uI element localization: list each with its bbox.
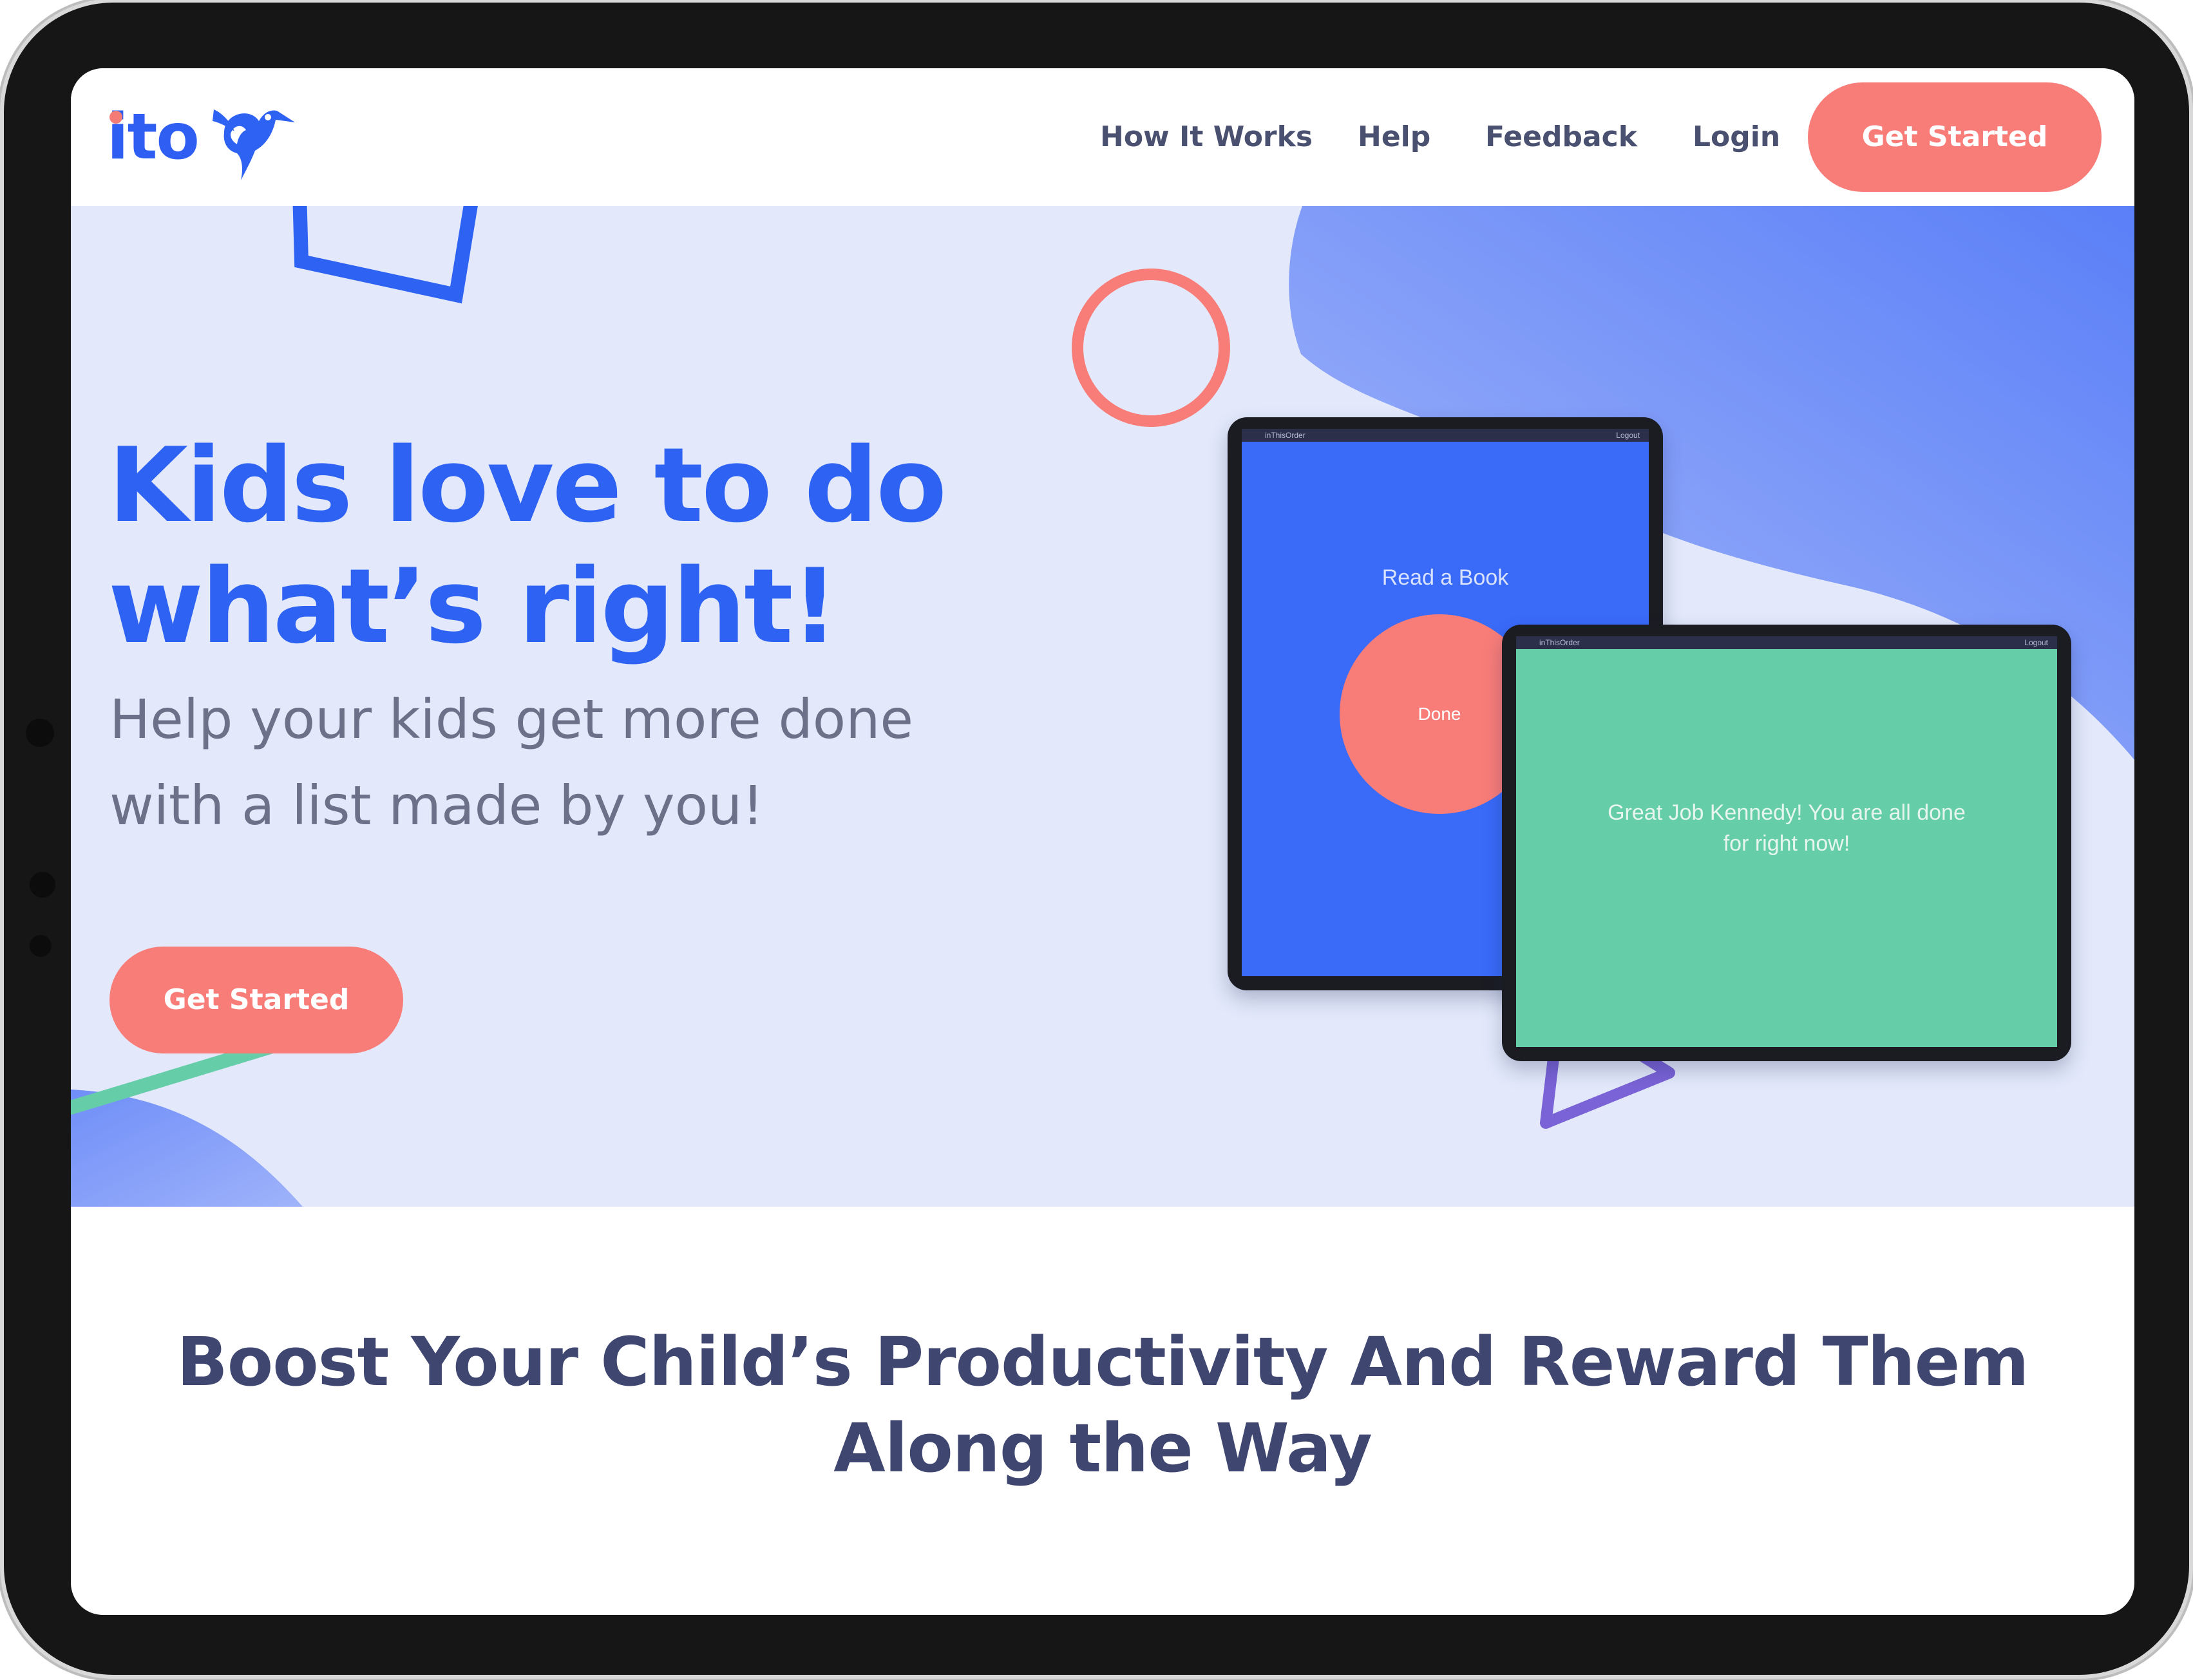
task-title: Read a Book <box>1381 565 1509 590</box>
hero-section: Kids love to do what’s right! Help your … <box>71 206 2134 1207</box>
tablet-logout-label: Logout <box>2024 638 2048 647</box>
nav-login[interactable]: Login <box>1693 115 1780 160</box>
side-sensor <box>26 719 54 747</box>
nav-get-started-button[interactable]: Get Started <box>1808 82 2102 192</box>
section-heading-line2: Along the Way <box>833 1409 1372 1487</box>
hero-title-line2: what’s right! <box>108 546 839 666</box>
side-sensor <box>30 872 55 898</box>
section-heading: Boost Your Child’s Productivity And Rewa… <box>71 1319 2134 1491</box>
side-sensor <box>30 935 52 957</box>
tablet-app-bar: inThisOrder Logout <box>1242 429 1649 442</box>
nav-feedback[interactable]: Feedback <box>1485 115 1637 160</box>
completion-message: Great Job Kennedy! You are all done for … <box>1561 797 2012 859</box>
blue-square-outline <box>292 206 478 304</box>
completion-message-line1: Great Job Kennedy! You are all done <box>1608 800 1966 825</box>
completion-screen: Great Job Kennedy! You are all done for … <box>1516 649 2057 1047</box>
tablet-app-label: inThisOrder <box>1265 431 1305 440</box>
completion-tablet-mockup: inThisOrder Logout Great Job Kennedy! Yo… <box>1502 625 2071 1061</box>
tablet-device-frame: ito How It Works Help Feedback Login Get… <box>4 3 2189 1675</box>
top-navbar: ito How It Works Help Feedback Login Get… <box>71 68 2134 206</box>
logo-dot <box>109 111 122 124</box>
completion-message-line2: for right now! <box>1723 831 1850 856</box>
nav-help[interactable]: Help <box>1358 115 1430 160</box>
hero-title-line1: Kids love to do <box>108 425 947 545</box>
hummingbird-icon <box>213 109 295 180</box>
ito-logo[interactable]: ito <box>107 94 300 184</box>
section-heading-line1: Boost Your Child’s Productivity And Rewa… <box>176 1323 2029 1401</box>
tablet-app-label: inThisOrder <box>1539 638 1580 647</box>
hero-subtitle-line1: Help your kids get more done <box>109 688 914 751</box>
hero-subtitle-line2: with a list made by you! <box>109 774 764 837</box>
corner-blob <box>71 1090 303 1207</box>
hero-get-started-button[interactable]: Get Started <box>109 947 403 1053</box>
green-stripe <box>71 1039 281 1115</box>
browser-viewport: ito How It Works Help Feedback Login Get… <box>71 68 2134 1615</box>
nav-how-it-works[interactable]: How It Works <box>1100 115 1313 160</box>
coral-circle-outline <box>1072 269 1230 427</box>
tablet-app-bar: inThisOrder Logout <box>1516 636 2057 649</box>
hero-subtitle: Help your kids get more done with a list… <box>109 676 1076 849</box>
tablet-logout-label: Logout <box>1616 431 1640 440</box>
hero-title: Kids love to do what’s right! <box>108 425 1010 667</box>
